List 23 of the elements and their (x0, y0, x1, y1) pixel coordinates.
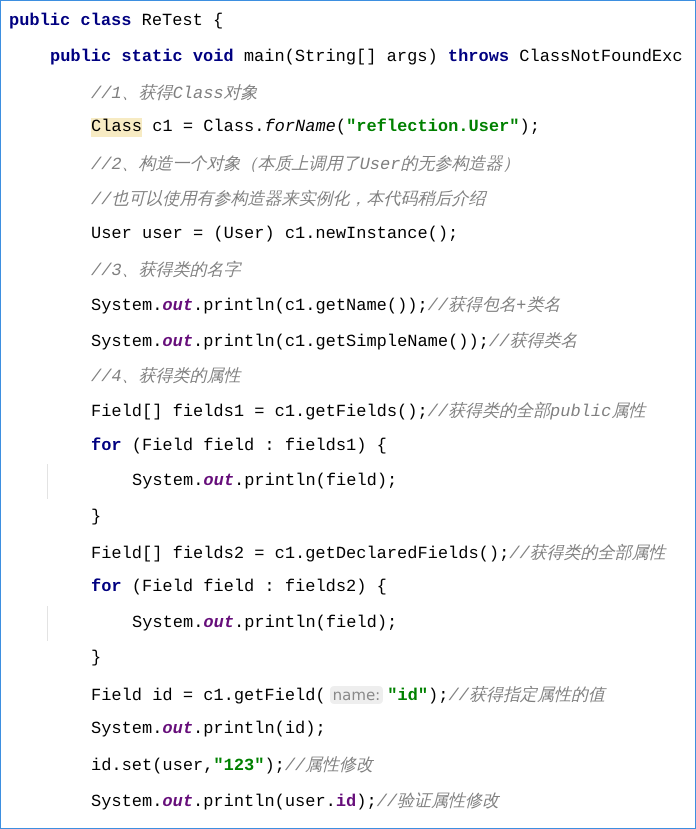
code-line: } (91, 649, 102, 668)
code-line: //也可以使用有参构造器来实例化，本代码稍后介绍 (91, 188, 486, 210)
code-line: Field[] fields1 = c1.getFields();//获得类的全部public属性 (91, 400, 646, 422)
code-line: //2、构造一个对象（本质上调用了User的无参构造器） (91, 154, 520, 175)
code-line: for (Field field : fields2) { (91, 578, 387, 598)
code-line: public static void main(String[] args) throws ClassNotFoundExc (50, 48, 683, 67)
code-line: public class ReTest { (9, 12, 224, 32)
code-line: Class c1 = Class.forName("reflection.User"); (91, 118, 540, 138)
code-line: System.out.println(id); (91, 720, 326, 739)
code-line: //4、获得类的属性 (91, 366, 241, 388)
code-line: System.out.println(field); (132, 614, 398, 633)
code-line: Field[] fields2 = c1.getDeclaredFields();//获得类的全部属性 (91, 542, 666, 564)
code-line: id.set(user,"123");//属性修改 (91, 755, 374, 776)
code-line: //1、获得Class对象 (91, 83, 258, 104)
code-line: System.out.println(user.id);//验证属性修改 (91, 791, 500, 812)
code-line: } (91, 508, 102, 527)
code-line: //3、获得类的名字 (91, 260, 241, 281)
code-line: Field id = c1.getField( name: "id");//获得指定属性的值 (91, 684, 605, 706)
code-line: System.out.println(c1.getSimpleName());//获得类名 (91, 331, 578, 352)
code-line: User user = (User) c1.newInstance(); (91, 224, 458, 244)
code-line: System.out.println(field); (132, 472, 398, 492)
code-line: for (Field field : fields1) { (91, 436, 387, 456)
code-line: System.out.println(c1.getName());//获得包名+类名 (91, 295, 560, 316)
